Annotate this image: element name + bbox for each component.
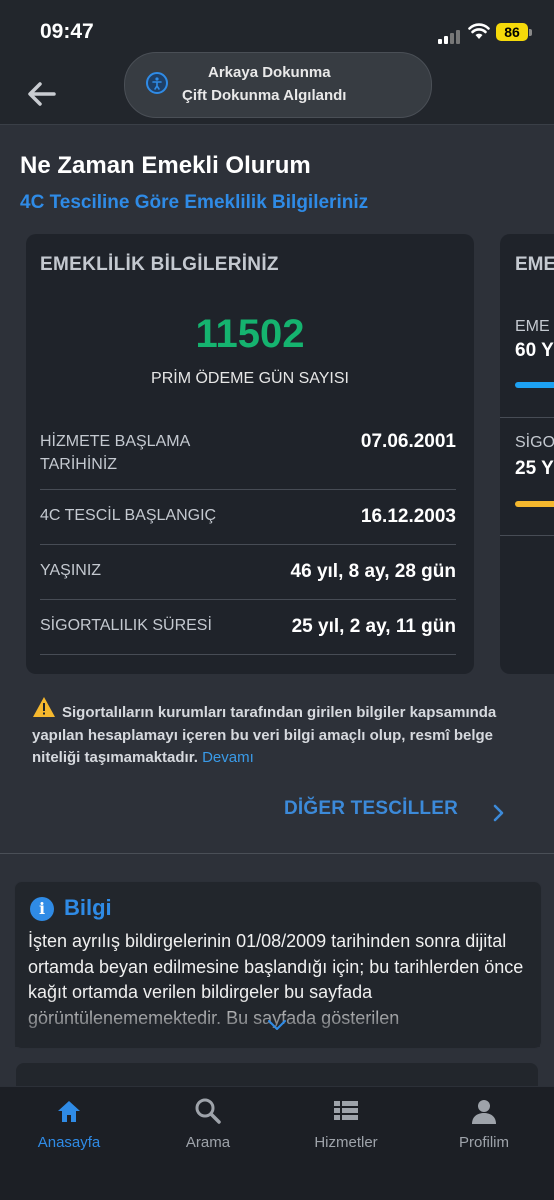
row-divider <box>40 599 456 600</box>
row-divider <box>40 654 456 655</box>
back-arrow-icon[interactable] <box>24 76 60 112</box>
premium-days-label: PRİM ÖDEME GÜN SAYISI <box>151 370 349 387</box>
card-title: EMEKLİLİK BİLGİLERİNİZ <box>40 254 279 275</box>
info-title: Bilgi <box>64 895 112 920</box>
search-icon <box>195 1098 221 1124</box>
card2-progress-bar-1 <box>515 382 554 388</box>
retirement-estimate-card[interactable]: EME EME 60 Y SİGO 25 Y <box>500 234 554 674</box>
page-title: Ne Zaman Emekli Olurum <box>20 152 311 179</box>
wifi-icon <box>468 23 490 39</box>
card2-row2-value: 25 Y <box>515 458 554 479</box>
person-icon <box>472 1100 496 1124</box>
card2-row1-label: EME <box>515 318 550 335</box>
disclaimer-text: Sigortalıların kurumları tarafından giri… <box>32 702 522 770</box>
status-time: 09:47 <box>40 20 94 43</box>
tab-search[interactable]: Arama <box>143 1094 273 1164</box>
premium-days-count: 11502 <box>195 312 305 356</box>
disclaimer-body: Sigortalıların kurumları tarafından giri… <box>32 704 497 766</box>
tab-search-label: Arama <box>185 1134 231 1151</box>
row-divider <box>500 417 554 418</box>
toast-line-2: Çift Dokunma Algılandı <box>182 87 347 104</box>
battery-indicator: 86 <box>496 23 528 41</box>
row-label-age: YAŞINIZ <box>40 562 102 579</box>
card2-title: EME <box>515 254 554 275</box>
list-icon <box>334 1101 358 1120</box>
row-value-service-start: 07.06.2001 <box>360 431 456 452</box>
row-value-4c-start: 16.12.2003 <box>360 506 456 527</box>
card2-progress-bar-2 <box>515 501 554 507</box>
info-icon: i <box>30 897 54 921</box>
row-label-4c-start: 4C TESCİL BAŞLANGIÇ <box>40 507 217 524</box>
row-divider <box>500 535 554 536</box>
accessibility-toast <box>124 52 432 118</box>
row-divider <box>40 489 456 490</box>
accessibility-icon <box>146 72 168 94</box>
tab-services-label: Hizmetler <box>314 1134 378 1151</box>
read-more-link[interactable]: Devamı <box>202 749 254 766</box>
tab-services[interactable]: Hizmetler <box>281 1094 411 1164</box>
battery-tip <box>529 29 532 36</box>
tab-profile-label: Profilim <box>458 1134 509 1151</box>
row-value-age: 46 yıl, 8 ay, 28 gün <box>290 561 456 582</box>
section-divider <box>0 853 554 854</box>
toast-line-1: Arkaya Dokunma <box>208 64 331 81</box>
page-subtitle: 4C Tesciline Göre Emeklilik Bilgileriniz <box>20 192 369 213</box>
card2-row1-value: 60 Y <box>515 340 554 361</box>
tab-home[interactable]: Anasayfa <box>4 1094 134 1164</box>
cellular-signal-icon <box>438 26 462 44</box>
chevron-right-icon[interactable] <box>492 803 506 823</box>
row-label-service-start: HİZMETE BAŞLAMA TARİHİNİZ <box>40 433 190 473</box>
row-divider <box>40 544 456 545</box>
tab-home-label: Anasayfa <box>37 1134 101 1151</box>
other-registrations-button[interactable]: DİĞER TESCİLLER <box>284 798 458 820</box>
card2-row2-label: SİGO <box>515 434 554 451</box>
chevron-down-icon[interactable] <box>266 1018 288 1032</box>
home-icon <box>58 1101 80 1122</box>
tab-profile[interactable]: Profilim <box>419 1094 549 1164</box>
row-value-insurance-period: 25 yıl, 2 ay, 11 gün <box>291 616 456 637</box>
